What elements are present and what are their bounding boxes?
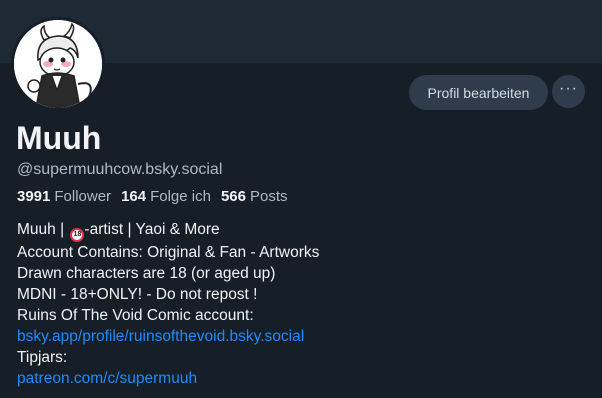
posts-stat: 566 Posts (221, 188, 288, 205)
bio-line-4: MDNI - 18+ONLY! - Do not repost ! (17, 286, 258, 303)
display-name: Muuh (16, 120, 102, 156)
avatar[interactable] (11, 17, 105, 111)
ellipsis-icon: ··· (559, 79, 578, 97)
followers-stat[interactable]: 3991 Follower (17, 188, 111, 205)
avatar-image (14, 20, 102, 108)
no-under-18-icon: 18 (70, 228, 85, 242)
more-options-button[interactable]: ··· (552, 75, 585, 108)
following-label: Folge ich (150, 188, 211, 205)
bio-line-1-pre: Muuh | (17, 221, 69, 238)
followers-label: Follower (54, 188, 112, 205)
comic-account-link[interactable]: bsky.app/profile/ruinsofthevoid.bsky.soc… (17, 326, 587, 347)
patreon-link[interactable]: patreon.com/c/supermuuh (17, 368, 587, 389)
profile-stats: 3991 Follower 164 Folge ich 566 Posts (17, 188, 292, 205)
bio-line-3: Drawn characters are 18 (or aged up) (17, 265, 276, 282)
bio-line-1: Muuh | 18 -artist | Yaoi & More (17, 219, 587, 242)
following-count: 164 (121, 188, 147, 205)
followers-count: 3991 (17, 188, 51, 205)
bio-line-1-post: -artist | Yaoi & More (84, 221, 220, 238)
profile-bio: Muuh | 18 -artist | Yaoi & More Account C… (17, 219, 587, 389)
bio-line-5: Ruins Of The Void Comic account: (17, 307, 254, 324)
bio-line-7: Tipjars: (17, 349, 68, 366)
bio-line-2: Account Contains: Original & Fan - Artwo… (17, 244, 320, 261)
handle: @supermuuhcow.bsky.social (17, 161, 223, 178)
posts-count: 566 (220, 188, 246, 205)
edit-profile-button[interactable]: Profil bearbeiten (409, 75, 548, 110)
posts-label: Posts (250, 188, 288, 205)
following-stat[interactable]: 164 Folge ich (121, 188, 211, 205)
